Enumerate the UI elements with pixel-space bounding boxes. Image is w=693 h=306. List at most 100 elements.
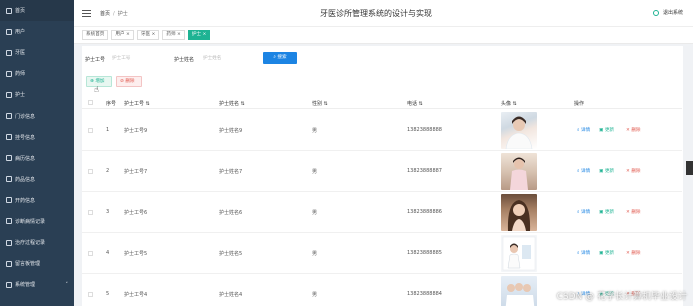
- detail-button[interactable]: ⌕ 详情: [577, 168, 590, 174]
- sidebar-item-label: 诊断病情记录: [15, 218, 46, 225]
- row-checkbox[interactable]: [88, 210, 93, 215]
- table-row: 2 护士工号7 护士姓名7 男 13823888887 ⌕ 详情 ▣ 更新 ✕ …: [82, 151, 682, 192]
- menu-toggle-icon[interactable]: [82, 9, 91, 17]
- logout-label: 退出系统: [662, 10, 683, 16]
- nurse-icon: [6, 91, 12, 98]
- delete-button[interactable]: ✕ 删除: [626, 250, 641, 256]
- row-checkbox[interactable]: [88, 251, 93, 256]
- diagnosis-icon: [6, 218, 12, 225]
- col-avatar[interactable]: 头像 ⇅: [501, 100, 517, 107]
- add-button[interactable]: ⊕ 增加: [86, 76, 112, 87]
- row-checkbox[interactable]: [88, 128, 93, 133]
- avatar-photo-icon: [505, 116, 533, 149]
- col-nurse-no[interactable]: 护士工号 ⇅: [124, 100, 150, 107]
- edit-button[interactable]: ▣ 更新: [599, 250, 614, 256]
- side-drawer-handle[interactable]: [686, 161, 693, 175]
- cell-gender: 男: [312, 292, 318, 298]
- detail-button[interactable]: ⌕ 详情: [577, 209, 590, 215]
- nurse-no-input[interactable]: 护士工号: [112, 54, 172, 64]
- sidebar-item-system[interactable]: 系统管理 ˅: [0, 274, 74, 295]
- tab-nurse[interactable]: 护士 ×: [187, 30, 211, 40]
- clinic-icon: [6, 113, 12, 120]
- avatar[interactable]: [501, 153, 537, 190]
- table-row: 3 护士工号6 护士姓名6 男 13823888886 ⌕ 详情 ▣ 更新 ✕ …: [82, 192, 682, 233]
- sidebar-item-register[interactable]: 挂号信息: [0, 127, 74, 148]
- logout-button[interactable]: 退出系统: [652, 9, 683, 16]
- drug-icon: [6, 176, 12, 183]
- cell-index: 4: [106, 250, 110, 256]
- sidebar-item-prescribe[interactable]: 开药信息: [0, 190, 74, 211]
- tab-user[interactable]: 用户 ×: [111, 30, 134, 40]
- cell-nurse-name: 护士姓名4: [219, 292, 243, 298]
- delete-button[interactable]: ✕ 删除: [626, 168, 641, 174]
- sidebar-item-record[interactable]: 病历信息: [0, 148, 74, 169]
- pharmacist-icon: [6, 70, 12, 77]
- cell-index: 5: [106, 291, 110, 297]
- avatar[interactable]: [501, 276, 537, 306]
- chevron-down-icon: ˅: [65, 281, 69, 288]
- breadcrumb-home[interactable]: 首页: [100, 11, 110, 17]
- avatar[interactable]: [501, 112, 537, 149]
- nurse-name-label: 护士姓名: [174, 57, 195, 63]
- tab-home[interactable]: 系统首页: [82, 30, 109, 40]
- breadcrumb-separator: /: [113, 10, 115, 17]
- detail-button[interactable]: ⌕ 详情: [577, 250, 590, 256]
- nurse-name-input[interactable]: 护士姓名: [203, 54, 258, 64]
- tab-pharmacist[interactable]: 药师 ×: [162, 30, 185, 40]
- sidebar-item-home[interactable]: 首页: [0, 0, 74, 22]
- select-all-checkbox[interactable]: [88, 100, 93, 105]
- col-ops: 操作: [574, 101, 585, 107]
- sidebar-item-label: 病历信息: [15, 155, 36, 162]
- search-button-label: 搜索: [277, 55, 287, 60]
- top-header: 首页 / 护士 牙医诊所管理系统的设计与实现 退出系统: [74, 0, 693, 26]
- col-phone[interactable]: 电话 ⇅: [407, 100, 423, 107]
- avatar[interactable]: [501, 235, 537, 272]
- avatar[interactable]: [501, 194, 537, 231]
- delete-button-label: 删除: [125, 79, 135, 84]
- sidebar-item-dentist[interactable]: 牙医: [0, 42, 74, 63]
- cell-nurse-name: 护士姓名9: [219, 128, 243, 134]
- cell-index: 2: [106, 168, 110, 174]
- cell-nurse-no: 护士工号9: [124, 128, 148, 134]
- sidebar-item-user[interactable]: 用户: [0, 21, 74, 42]
- sidebar-item-diagnosis[interactable]: 诊断病情记录: [0, 211, 74, 232]
- home-icon: [6, 7, 12, 14]
- sidebar-item-drug[interactable]: 药品信息: [0, 169, 74, 190]
- cell-index: 3: [106, 209, 110, 215]
- edit-button[interactable]: ▣ 更新: [599, 168, 614, 174]
- cell-nurse-name: 护士姓名7: [219, 169, 243, 175]
- sidebar-item-clinic[interactable]: 门诊信息: [0, 105, 74, 126]
- sidebar-item-label: 治疗过程记录: [15, 240, 46, 247]
- detail-button[interactable]: ⌕ 详情: [577, 127, 590, 133]
- system-icon: [6, 281, 12, 288]
- sidebar-item-label: 开药信息: [15, 197, 36, 204]
- row-checkbox[interactable]: [88, 292, 93, 297]
- edit-button[interactable]: ▣ 更新: [599, 209, 614, 215]
- breadcrumb: 首页 / 护士: [100, 10, 128, 17]
- row-checkbox[interactable]: [88, 169, 93, 174]
- avatar-photo-icon: [510, 157, 528, 190]
- search-button[interactable]: ⌕ 搜索: [263, 52, 297, 64]
- doctor-icon: [6, 49, 12, 56]
- tab-dentist[interactable]: 牙医 ×: [136, 30, 160, 40]
- record-icon: [6, 155, 12, 162]
- table-header: 序号 护士工号 ⇅ 护士姓名 ⇅ 性别 ⇅ 电话 ⇅ 头像 ⇅ 操作: [82, 96, 682, 109]
- sidebar-item-pharmacist[interactable]: 药师: [0, 63, 74, 84]
- cell-phone: 13823888886: [407, 209, 442, 215]
- sidebar-item-label: 护士: [15, 92, 26, 99]
- cell-phone: 13823888885: [407, 250, 442, 256]
- sidebar-item-label: 留言板管理: [15, 261, 41, 268]
- sidebar-item-treatment[interactable]: 治疗过程记录: [0, 232, 74, 253]
- sidebar-item-message[interactable]: 留言板管理: [0, 253, 74, 274]
- batch-delete-button[interactable]: ⊘ 删除: [116, 76, 142, 87]
- avatar-photo-icon: [505, 283, 535, 306]
- col-gender[interactable]: 性别 ⇅: [312, 100, 328, 107]
- edit-button[interactable]: ▣ 更新: [599, 127, 614, 133]
- delete-button[interactable]: ✕ 删除: [626, 127, 641, 133]
- delete-button[interactable]: ✕ 删除: [626, 209, 641, 215]
- sidebar-item-nurse[interactable]: 护士: [0, 84, 74, 105]
- cell-gender: 男: [312, 251, 318, 257]
- nurse-no-label: 护士工号: [85, 57, 106, 63]
- col-nurse-name[interactable]: 护士姓名 ⇅: [219, 100, 245, 107]
- mouse-pointer-icon: ☝: [94, 85, 99, 94]
